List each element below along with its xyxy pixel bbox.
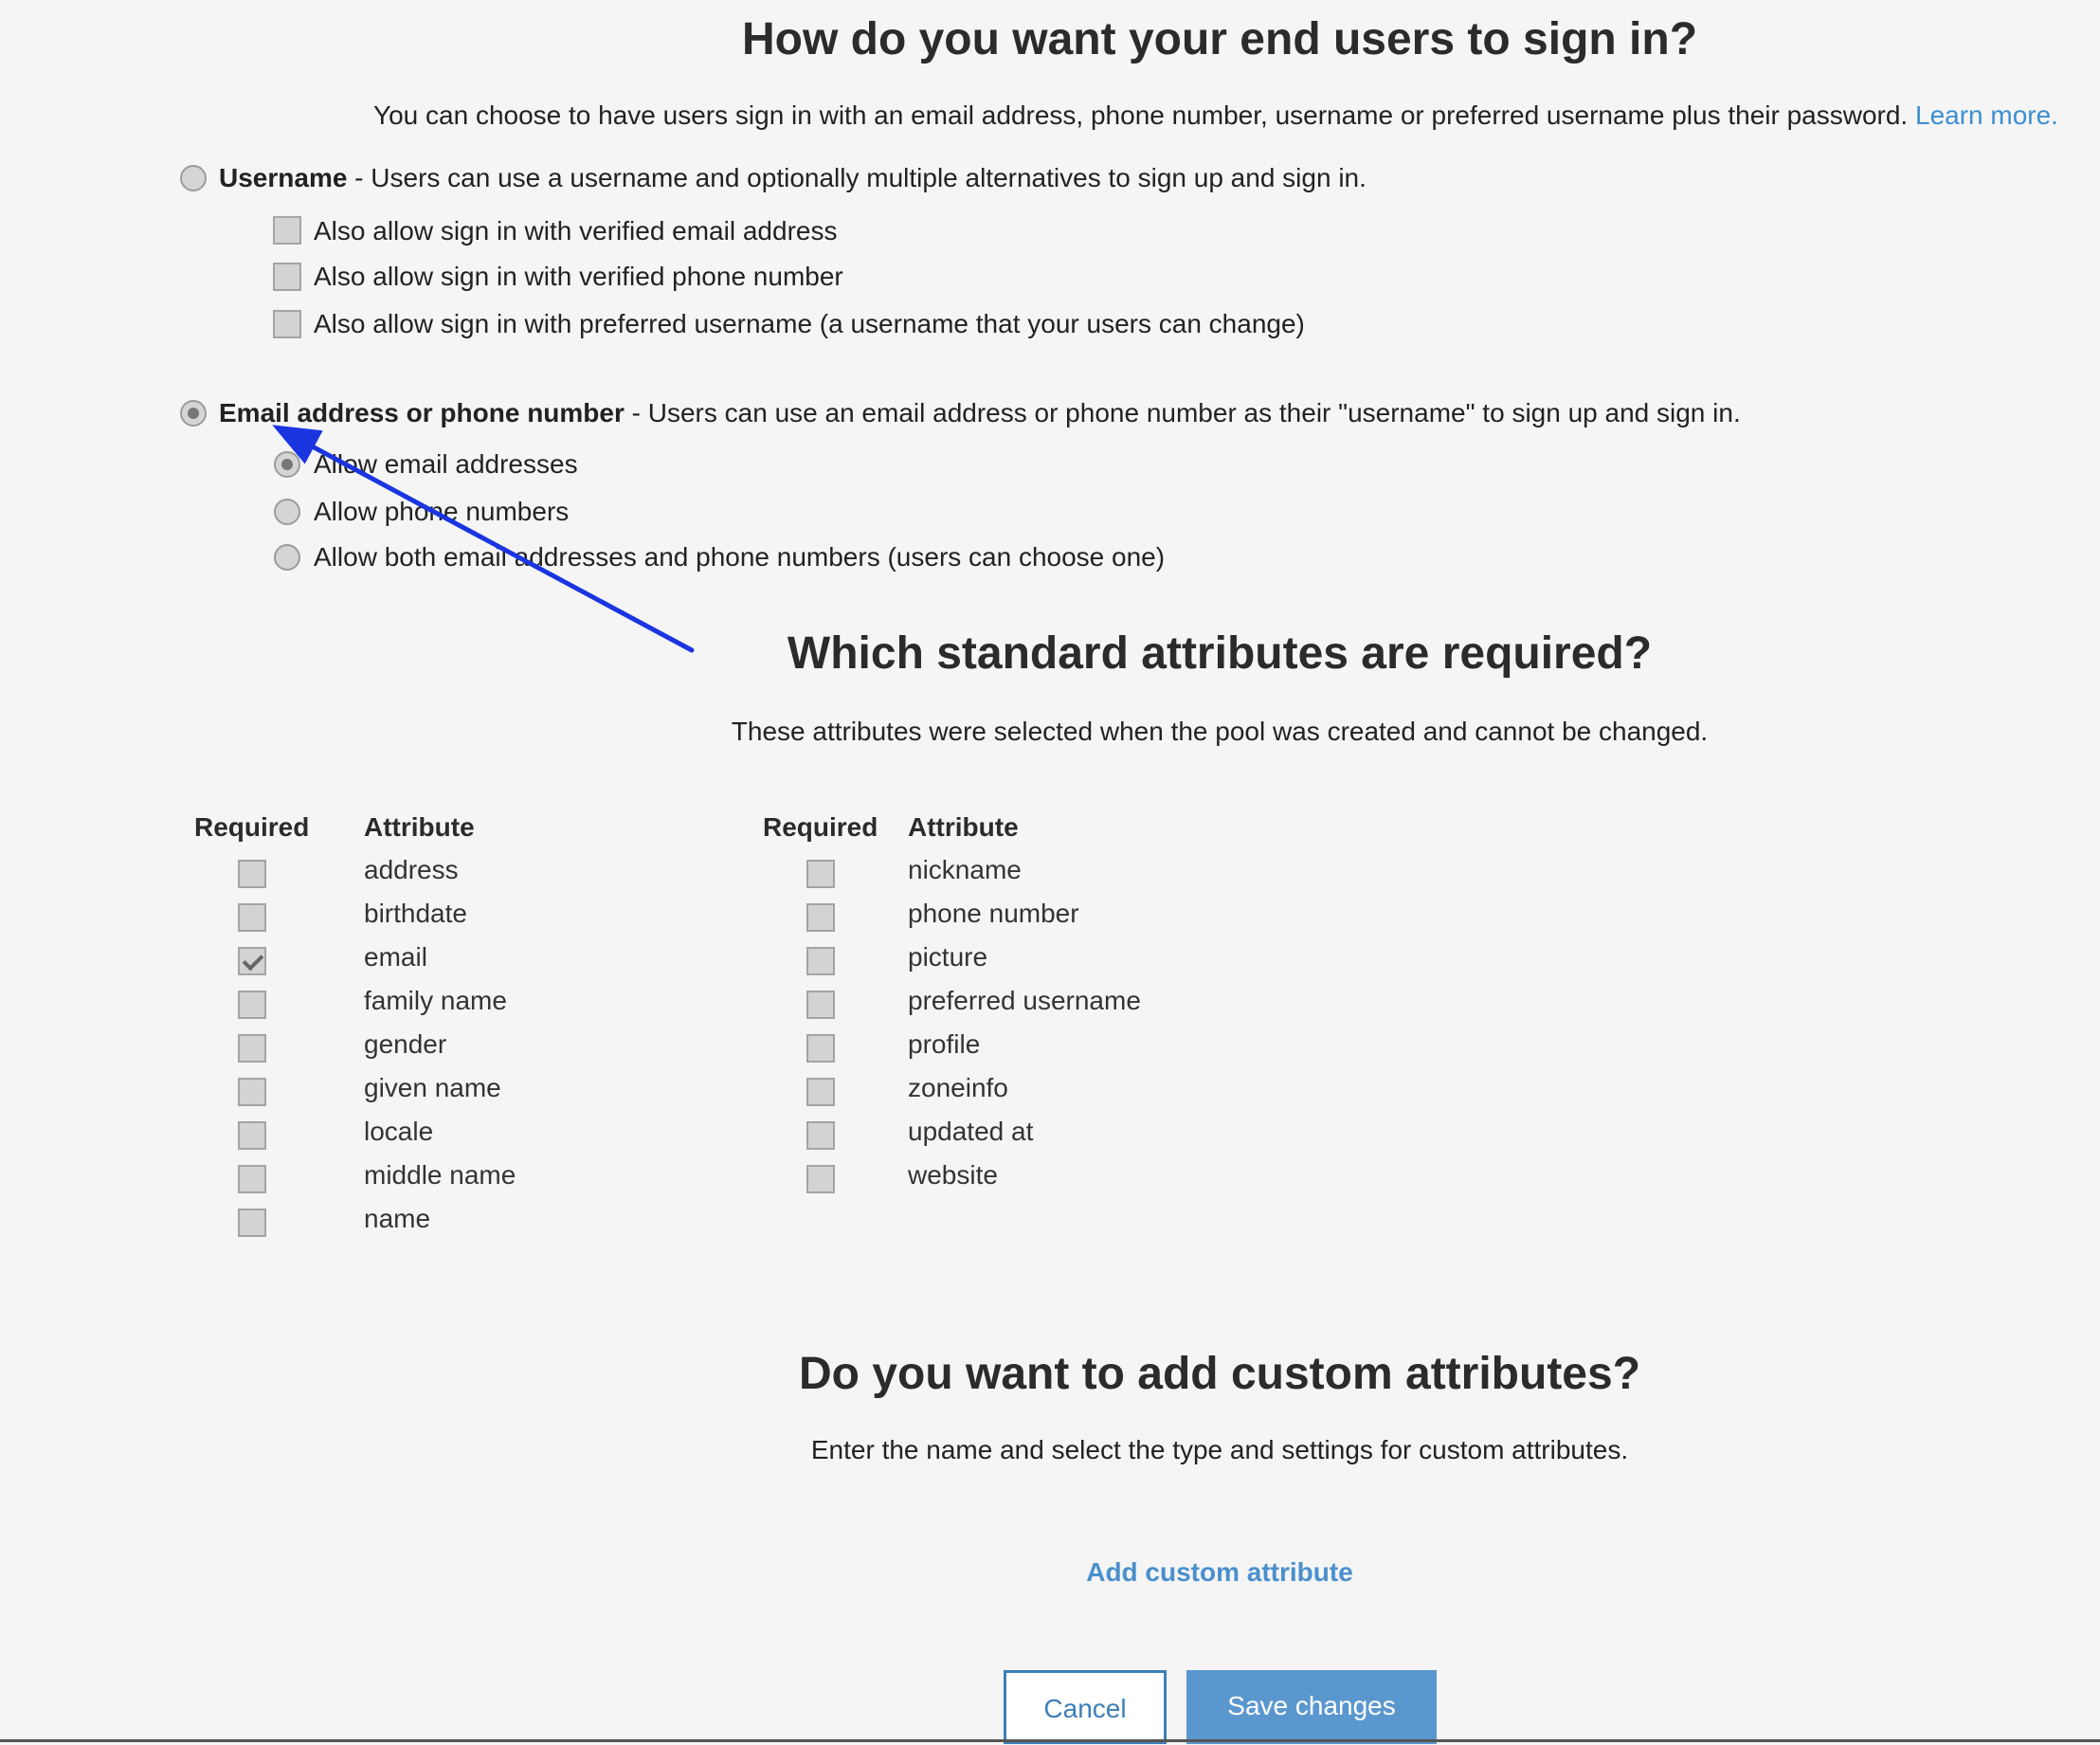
- annotation-arrow: [272, 425, 695, 653]
